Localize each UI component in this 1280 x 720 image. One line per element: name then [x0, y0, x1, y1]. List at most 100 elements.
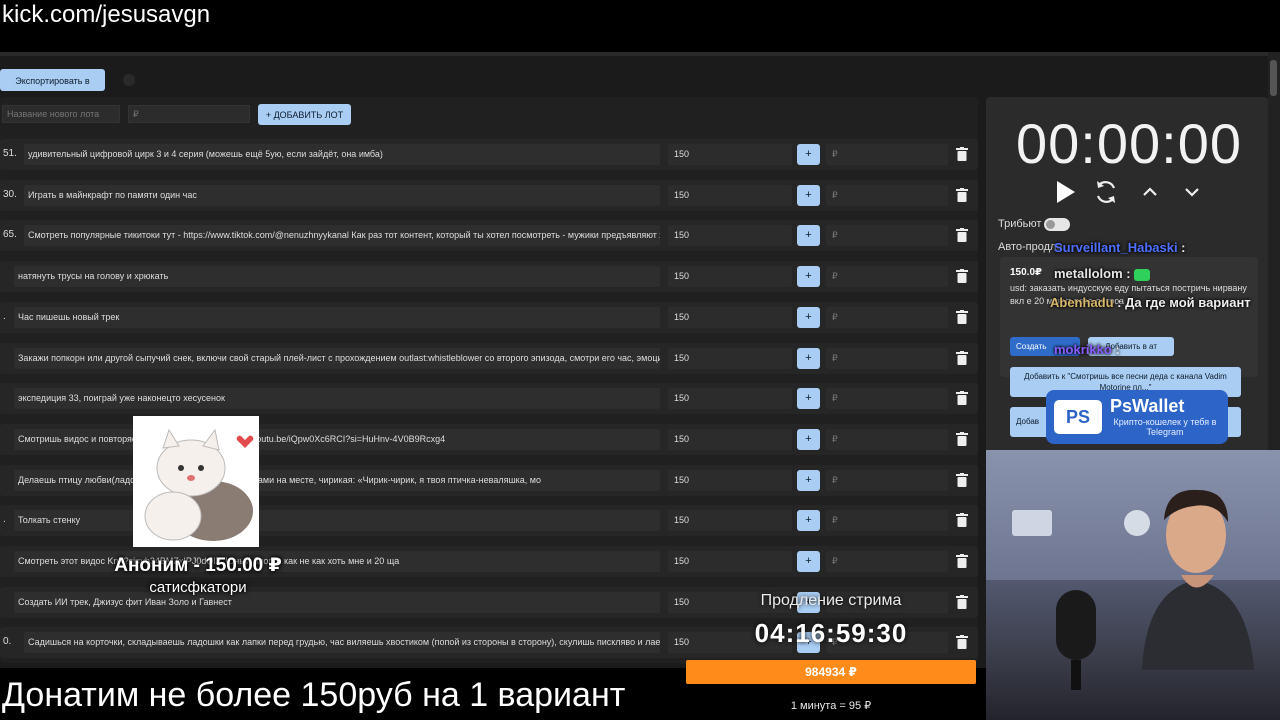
- add-amount-button[interactable]: +: [797, 306, 820, 328]
- lot-number: .: [3, 310, 6, 322]
- lot-amount-input[interactable]: 150: [668, 510, 792, 532]
- lot-add-amount-input[interactable]: ₽: [826, 388, 948, 410]
- channel-url: kick.com/jesusavgn: [0, 0, 1280, 52]
- lot-row: натянуть трусы на голову и хрюкать 150 + ₽: [0, 261, 978, 293]
- add-lot-button[interactable]: + ДОБАВИТЬ ЛОТ: [258, 104, 351, 125]
- export-button[interactable]: Экспортировать в файл: [0, 69, 105, 108]
- trash-icon[interactable]: [956, 147, 968, 161]
- new-lot-price-input[interactable]: [128, 105, 250, 123]
- add-amount-button[interactable]: +: [797, 469, 820, 491]
- trash-icon[interactable]: [956, 228, 968, 243]
- lot-amount-input[interactable]: 150: [668, 184, 792, 206]
- lot-amount-input[interactable]: 150: [668, 144, 792, 165]
- add-amount-button[interactable]: +: [797, 428, 820, 450]
- lot-amount-input[interactable]: 150: [668, 428, 792, 450]
- chat-separator: :: [1111, 342, 1120, 357]
- lot-title-input[interactable]: Закажи попкорн или другой сыпучий снек, …: [14, 347, 660, 369]
- lot-title-input[interactable]: натянуть трусы на голову и хрюкать: [14, 266, 660, 288]
- chat-separator: :: [1122, 266, 1131, 281]
- lot-amount-input[interactable]: 150: [668, 388, 792, 410]
- add-amount-button[interactable]: +: [797, 510, 820, 532]
- donation-total: 984934 ₽: [805, 665, 857, 679]
- trash-icon[interactable]: [956, 554, 968, 568]
- cat-sticker-image: [133, 416, 259, 547]
- lot-title-input[interactable]: удивительный цифровой цирк 3 и 4 серия (…: [24, 144, 660, 165]
- lot-title-input[interactable]: Играть в майнкрафт по памяти один час: [24, 184, 660, 206]
- lot-add-amount-input[interactable]: ₽: [826, 551, 948, 572]
- stream-countdown: 04:16:59:30: [754, 618, 908, 648]
- auto-extend-label: Авто-продле: [998, 241, 1063, 253]
- add-amount-button[interactable]: +: [797, 225, 820, 247]
- lot-row: экспедиция 33, поиграй уже наконецто хес…: [0, 383, 978, 415]
- add-amount-button[interactable]: +: [797, 144, 820, 165]
- lot-amount-input[interactable]: 150: [668, 266, 792, 288]
- chat-username: metallolom: [1054, 266, 1123, 281]
- donation-message: сатисфкатори: [149, 579, 247, 596]
- lot-add-amount-input[interactable]: ₽: [826, 225, 948, 247]
- lot-title-input[interactable]: экспедиция 33, поиграй уже наконецто хес…: [14, 388, 660, 410]
- lot-amount-input[interactable]: 150: [668, 469, 792, 491]
- lot-title-input[interactable]: Садишься на корточки, складываешь ладошк…: [24, 632, 660, 654]
- lot-add-amount-input[interactable]: ₽: [826, 306, 948, 328]
- pswallet-subtitle: Крипто-кошелек у тебя в Telegram: [1113, 417, 1217, 437]
- add-amount-button[interactable]: +: [797, 184, 820, 206]
- chevron-down-icon[interactable]: [1177, 177, 1207, 207]
- lot-add-amount-input[interactable]: ₽: [826, 510, 948, 532]
- scrollbar[interactable]: [1268, 52, 1280, 452]
- add-amount-button[interactable]: +: [797, 266, 820, 288]
- lot-add-amount-input[interactable]: ₽: [826, 266, 948, 288]
- chat-message: Abenhadu : Да где мой вариант: [1050, 292, 1260, 314]
- trash-icon[interactable]: [956, 350, 968, 365]
- lot-amount-input[interactable]: 150: [668, 347, 792, 369]
- donation-title: Аноним - 150.00 ₽: [114, 555, 282, 576]
- top-strip: [0, 52, 1280, 56]
- lot-title-input[interactable]: Смотреть популярные тикитоки тут - https…: [24, 225, 660, 247]
- add-amount-button[interactable]: +: [797, 347, 820, 369]
- lot-row: . Час пишешь новый трек 150 + ₽: [0, 301, 978, 333]
- emote-icon: [1134, 268, 1151, 281]
- add-amount-button[interactable]: +: [797, 551, 820, 572]
- trash-icon[interactable]: [956, 431, 968, 446]
- streamer-figure: [1142, 489, 1254, 670]
- bottom-caption: Донатим не более 150руб на 1 вариант: [0, 670, 682, 720]
- lot-number: 0.: [3, 636, 12, 648]
- trash-icon[interactable]: [956, 391, 968, 406]
- lot-row: 51. удивительный цифровой цирк 3 и 4 сери…: [0, 139, 978, 170]
- chat-separator: :: [1113, 295, 1122, 310]
- trash-icon[interactable]: [956, 187, 968, 202]
- lot-amount-input[interactable]: 150: [668, 306, 792, 328]
- new-lot-name-input[interactable]: [2, 105, 120, 123]
- lot-title-input[interactable]: Час пишешь новый трек: [14, 306, 660, 328]
- pswallet-title: PsWallet: [1110, 396, 1185, 416]
- trash-icon[interactable]: [956, 309, 968, 324]
- play-icon[interactable]: [1049, 177, 1079, 207]
- chat-message: mokrikko :: [1054, 342, 1120, 357]
- pswallet-ad: PS PsWallet Крипто-кошелек у тебя в Tele…: [1046, 390, 1228, 444]
- tribute-toggle[interactable]: [1044, 218, 1070, 231]
- chevron-up-icon[interactable]: [1135, 177, 1165, 207]
- chat-separator: :: [1177, 240, 1186, 255]
- lot-amount-input[interactable]: 150: [668, 225, 792, 247]
- reset-icon[interactable]: [1091, 177, 1121, 207]
- stream-extension-label: Продление стрима: [760, 592, 902, 609]
- trash-icon[interactable]: [956, 513, 968, 528]
- donation-progress-bar: 984934 ₽: [686, 660, 976, 684]
- trash-icon[interactable]: [956, 472, 968, 487]
- timer-display: 00:00:00: [1016, 112, 1242, 175]
- trash-icon[interactable]: [956, 269, 968, 284]
- lot-row: 30. Играть в майнкрафт по памяти один час…: [0, 179, 978, 211]
- lot-add-amount-input[interactable]: ₽: [826, 144, 948, 165]
- lot-number: 30.: [3, 188, 17, 200]
- lot-row: Закажи попкорн или другой сыпучий снек, …: [0, 342, 978, 374]
- scrollbar-thumb[interactable]: [1270, 60, 1277, 96]
- lot-number: 65.: [3, 229, 17, 241]
- microphone-icon: [1056, 590, 1096, 690]
- chat-username: mokrikko: [1054, 342, 1112, 357]
- lot-add-amount-input[interactable]: ₽: [826, 428, 948, 450]
- lot-number: .: [3, 514, 6, 526]
- lot-add-amount-input[interactable]: ₽: [826, 347, 948, 369]
- lot-add-amount-input[interactable]: ₽: [826, 184, 948, 206]
- lot-amount-input[interactable]: 150: [668, 551, 792, 572]
- lot-add-amount-input[interactable]: ₽: [826, 469, 948, 491]
- add-amount-button[interactable]: +: [797, 388, 820, 410]
